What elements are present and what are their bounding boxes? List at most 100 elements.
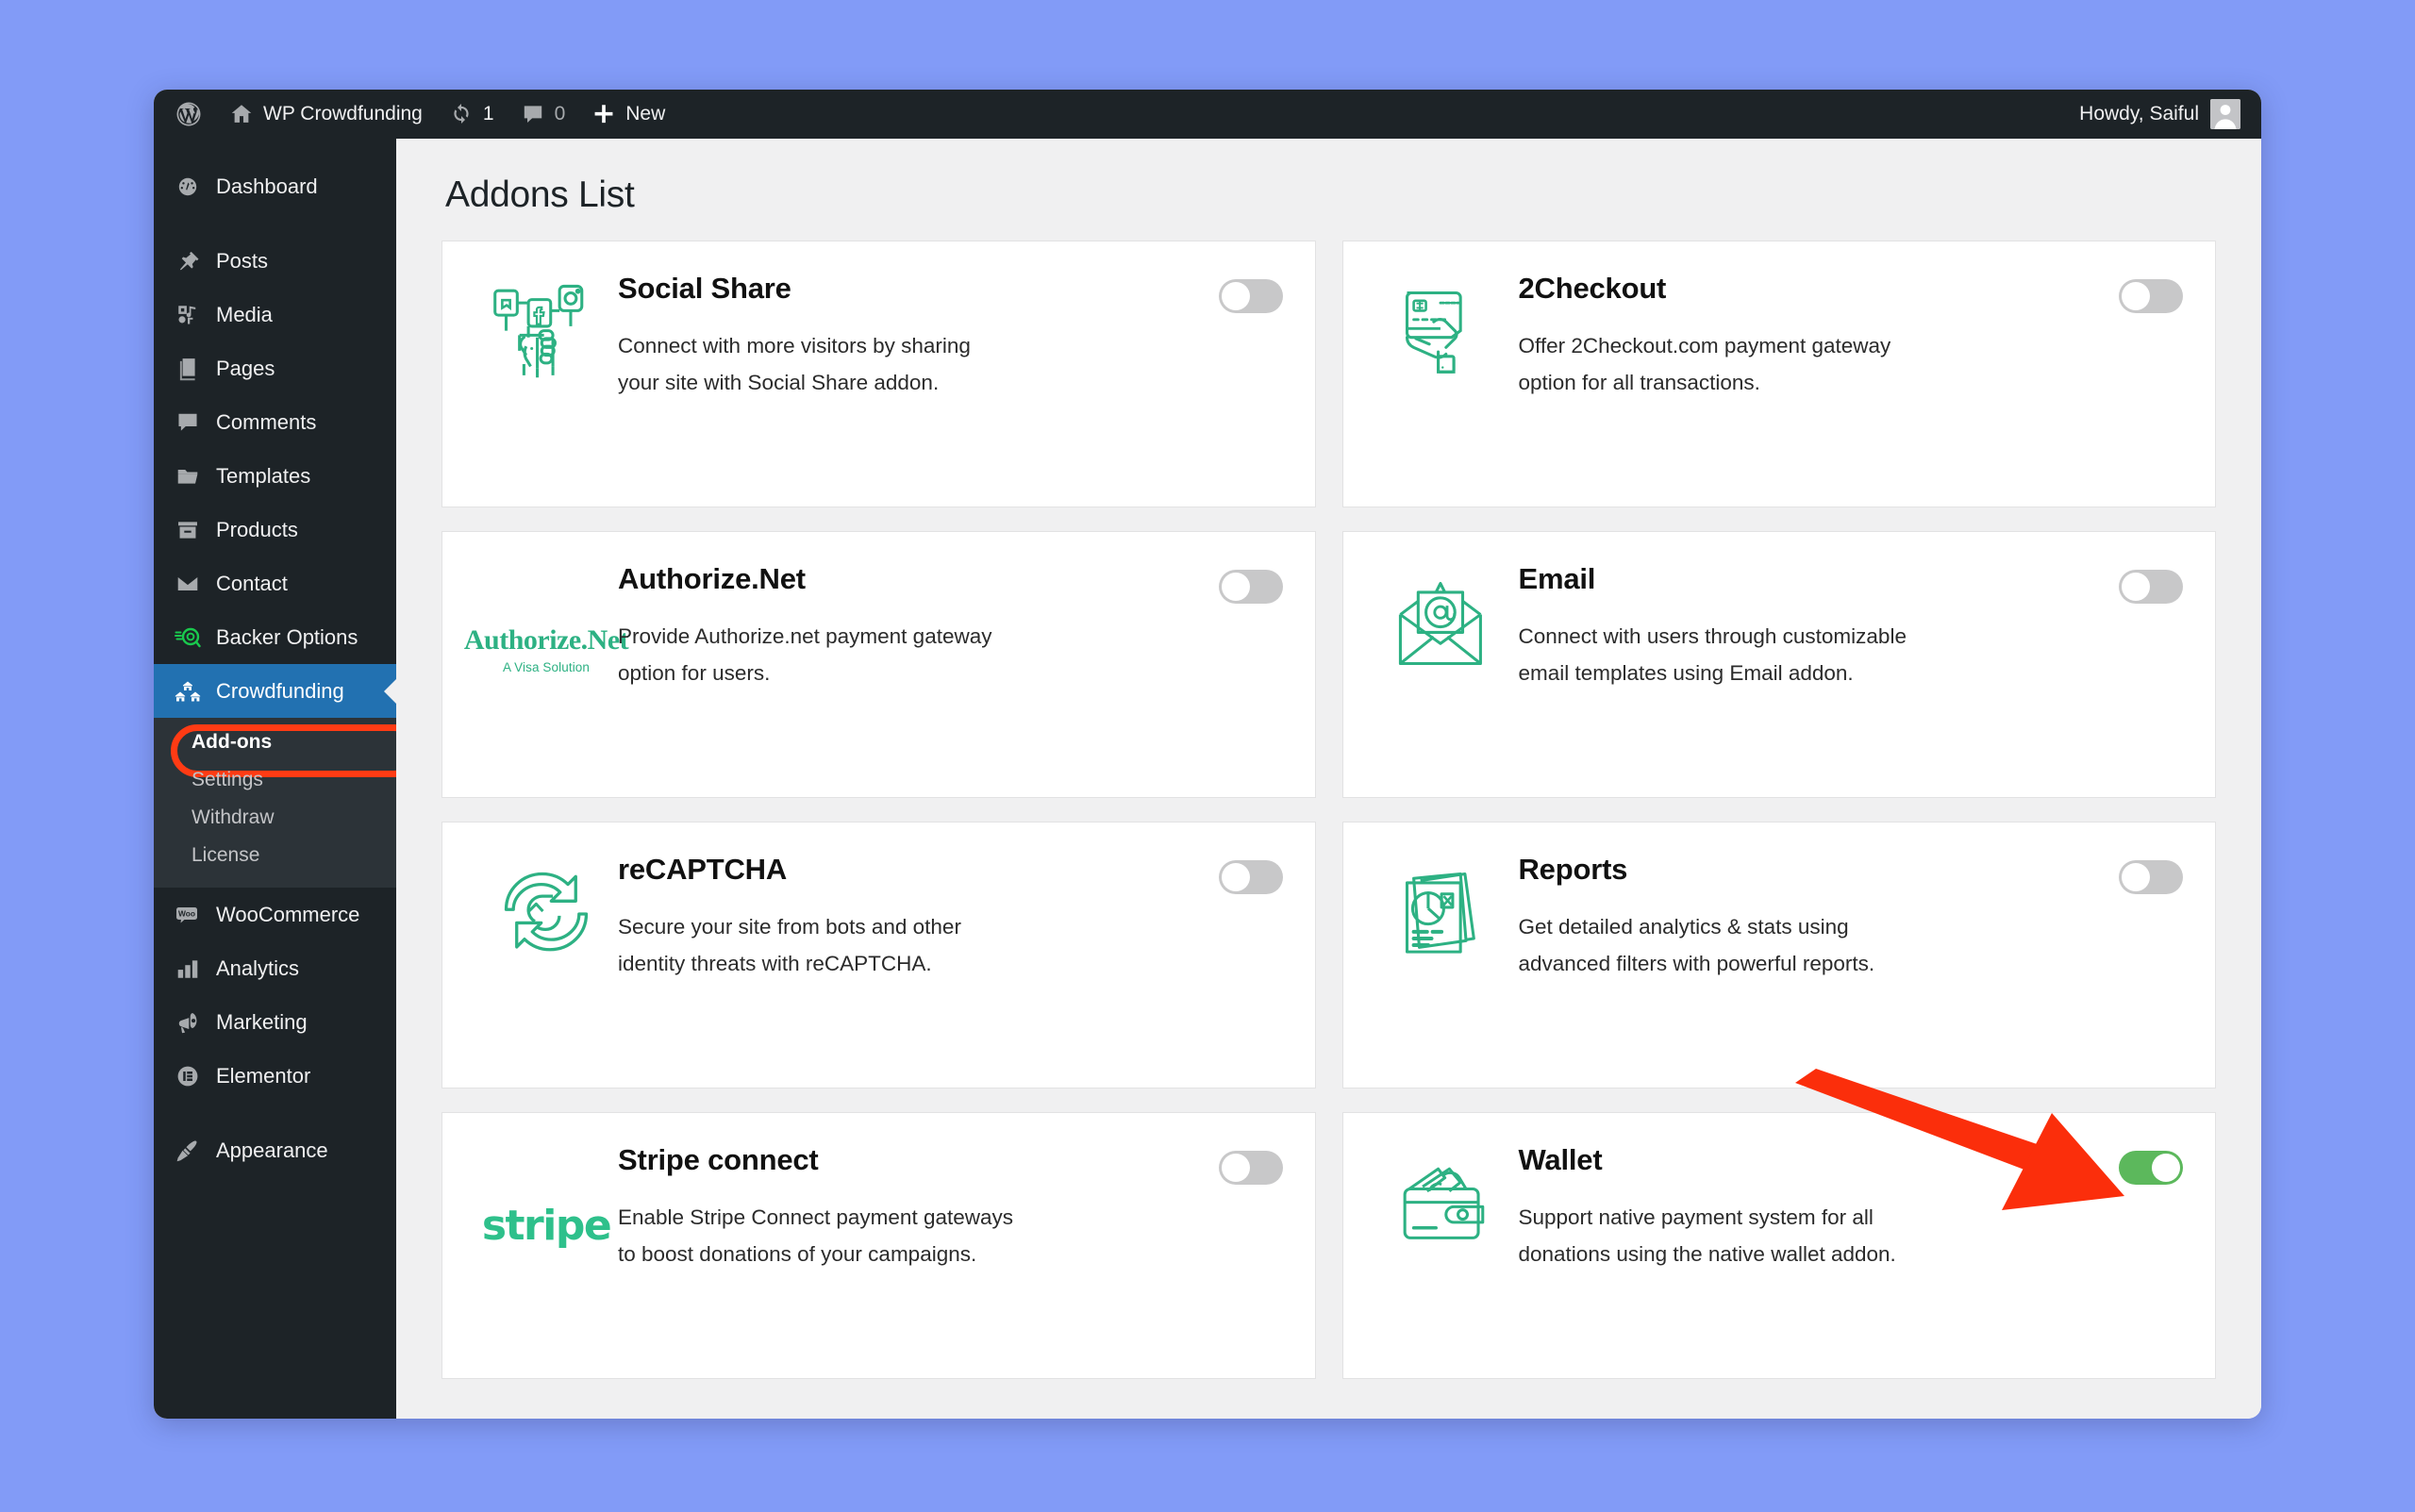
sidebar-item-contact[interactable]: Contact: [154, 557, 396, 610]
admin-sidebar-menu: Dashboard Posts Media Pages Comments Tem…: [154, 139, 421, 1419]
email-at-icon: [1375, 560, 1519, 679]
toggle-knob: [2122, 863, 2150, 891]
sidebar-item-products[interactable]: Products: [154, 503, 396, 557]
addon-info: Wallet Support native payment system for…: [1519, 1141, 2184, 1273]
howdy-label[interactable]: Howdy, Saiful: [2079, 103, 2199, 125]
page-title: Addons List: [445, 174, 635, 215]
site-name-label: WP Crowdfunding: [263, 103, 423, 125]
sidebar-item-label: Appearance: [216, 1138, 328, 1162]
sidebar-item-woocommerce[interactable]: Woo WooCommerce: [154, 888, 396, 941]
sidebar-item-appearance[interactable]: Appearance: [154, 1123, 396, 1177]
addon-card-authorize-net[interactable]: Authorize.Net A Visa Solution Authorize.…: [441, 531, 1316, 798]
addon-title: Reports: [1518, 853, 1628, 886]
woo-icon: Woo: [175, 903, 201, 927]
folder-icon: [175, 464, 201, 489]
dashboard-icon: [175, 174, 201, 199]
sidebar-item-dashboard[interactable]: Dashboard: [154, 159, 396, 213]
wordpress-admin-window: WP Crowdfunding 1 0 New Howdy, Saiful Da…: [154, 90, 2261, 1419]
toggle-knob: [2122, 573, 2150, 601]
addon-card-recaptcha[interactable]: reCAPTCHA Secure your site from bots and…: [441, 822, 1316, 1088]
addon-title: reCAPTCHA: [618, 853, 788, 886]
sidebar-item-label: WooCommerce: [216, 902, 360, 926]
authorize-net-enable-toggle[interactable]: [1218, 570, 1283, 604]
sidebar-item-label: Comments: [216, 409, 317, 434]
social-share-enable-toggle[interactable]: [1218, 279, 1283, 313]
sidebar-item-elementor[interactable]: Elementor: [154, 1049, 396, 1103]
addon-description: Secure your site from bots and other ide…: [618, 915, 961, 975]
sidebar-item-label: Analytics: [216, 955, 300, 980]
bar-chart-icon: [175, 956, 201, 981]
new-content-button[interactable]: New: [578, 90, 678, 139]
sidebar-item-label: Backer Options: [216, 624, 358, 649]
addon-info: reCAPTCHA Secure your site from bots and…: [618, 851, 1283, 983]
envelope-icon: [175, 572, 201, 596]
addon-description: Connect with more visitors by sharing yo…: [618, 334, 971, 394]
wordpress-logo-icon: [175, 100, 203, 128]
site-name-menu[interactable]: WP Crowdfunding: [216, 90, 436, 139]
sidebar-item-backer-options[interactable]: Backer Options: [154, 610, 396, 664]
svg-text:Woo: Woo: [178, 908, 195, 918]
comment-icon: [175, 410, 201, 435]
backer-options-icon: [175, 625, 201, 650]
addon-card-social-share[interactable]: Social Share Connect with more visitors …: [441, 241, 1316, 507]
stripe-logo: stripe: [475, 1141, 618, 1250]
sidebar-item-posts[interactable]: Posts: [154, 234, 396, 288]
sidebar-item-label: Elementor: [216, 1063, 311, 1088]
email-enable-toggle[interactable]: [2119, 570, 2183, 604]
sidebar-item-marketing[interactable]: Marketing: [154, 995, 396, 1049]
avatar[interactable]: [2210, 99, 2240, 129]
addon-card-stripe-connect[interactable]: stripe Stripe connect Enable Stripe Conn…: [441, 1112, 1316, 1379]
admin-bar-right: Howdy, Saiful: [2079, 99, 2261, 129]
addon-title: Stripe connect: [618, 1143, 819, 1176]
addon-info: Social Share Connect with more visitors …: [618, 270, 1283, 402]
desktop-background: WP Crowdfunding 1 0 New Howdy, Saiful Da…: [0, 0, 2415, 1512]
megaphone-icon: [175, 1010, 201, 1035]
credit-card-hand-icon: [1375, 270, 1519, 389]
sidebar-item-comments[interactable]: Comments: [154, 395, 396, 449]
addon-card-wallet[interactable]: Wallet Support native payment system for…: [1341, 1112, 2216, 1379]
addon-description: Connect with users through customizable …: [1518, 624, 1907, 685]
sidebar-item-label: Products: [216, 517, 298, 541]
sidebar-item-crowdfunding[interactable]: Crowdfunding: [154, 664, 396, 718]
recaptcha-icon: [475, 851, 618, 970]
sidebar-submenu-item-add-ons[interactable]: Add-ons: [154, 723, 421, 777]
social-share-icon: [475, 270, 618, 389]
toggle-knob: [1221, 573, 1250, 601]
sidebar-item-media[interactable]: Media: [154, 288, 396, 341]
sidebar-submenu-item-settings[interactable]: Settings: [154, 761, 396, 799]
stripe-connect-enable-toggle[interactable]: [1218, 1151, 1283, 1185]
comment-bubble-icon: [521, 102, 545, 126]
2checkout-enable-toggle[interactable]: [2119, 279, 2183, 313]
updates-count: 1: [482, 103, 494, 125]
sidebar-submenu-item-withdraw[interactable]: Withdraw: [154, 799, 396, 837]
reports-enable-toggle[interactable]: [2119, 860, 2183, 894]
authorize-net-logo: Authorize.Net A Visa Solution: [464, 560, 629, 674]
addon-description: Provide Authorize.net payment gateway op…: [618, 624, 992, 685]
authorize-net-wordmark: Authorize.Net: [463, 624, 629, 656]
wallet-enable-toggle[interactable]: [2119, 1151, 2183, 1185]
updates-button[interactable]: 1: [436, 90, 508, 139]
new-label: New: [625, 103, 666, 125]
pin-icon: [175, 249, 201, 274]
sidebar-item-analytics[interactable]: Analytics: [154, 941, 396, 995]
recaptcha-enable-toggle[interactable]: [1218, 860, 1283, 894]
addon-title: 2Checkout: [1518, 272, 1667, 305]
sidebar-item-label: Marketing: [216, 1009, 308, 1034]
addon-description: Enable Stripe Connect payment gateways t…: [618, 1205, 1013, 1266]
addon-card-2checkout[interactable]: 2Checkout Offer 2Checkout.com payment ga…: [1341, 241, 2216, 507]
sidebar-submenu-item-license[interactable]: License: [154, 837, 396, 874]
sidebar-group-spacer-2: [154, 1103, 396, 1123]
paintbrush-icon: [175, 1138, 201, 1163]
sidebar-item-pages[interactable]: Pages: [154, 341, 396, 395]
addon-title: Authorize.Net: [618, 562, 806, 595]
comments-bubble-button[interactable]: 0: [508, 90, 579, 139]
home-icon: [229, 102, 254, 126]
wp-logo-button[interactable]: [154, 90, 216, 139]
elementor-icon: [175, 1064, 201, 1088]
update-refresh-icon: [449, 102, 474, 126]
addon-card-reports[interactable]: Reports Get detailed analytics & stats u…: [1341, 822, 2216, 1088]
toggle-knob: [2122, 282, 2150, 310]
addon-card-email[interactable]: Email Connect with users through customi…: [1341, 531, 2216, 798]
sidebar-item-templates[interactable]: Templates: [154, 449, 396, 503]
sidebar-item-label: Posts: [216, 248, 269, 273]
